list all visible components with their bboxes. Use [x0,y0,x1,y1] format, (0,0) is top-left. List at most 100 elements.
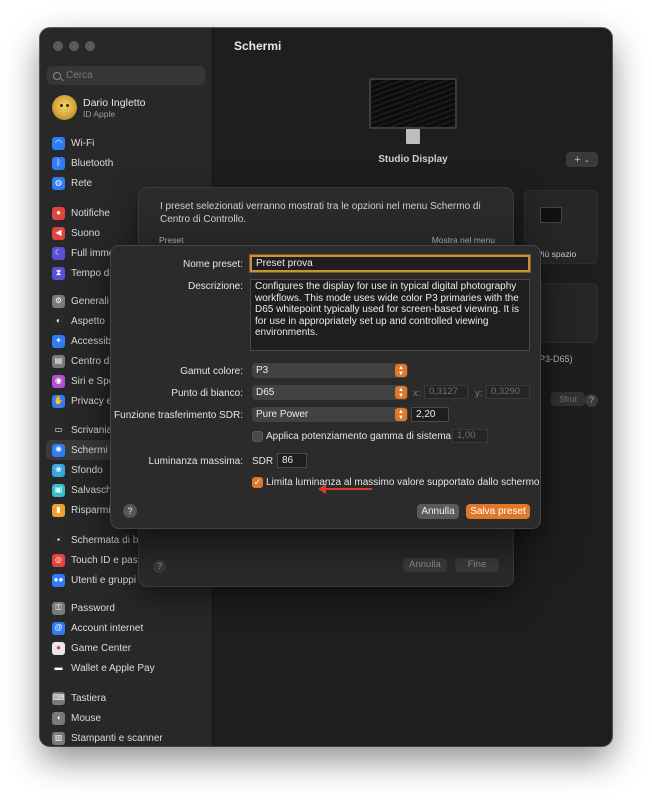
sidebar-item-label: Aspetto [71,315,105,327]
control-center-icon: ▤ [52,354,65,368]
x-coordinate-field[interactable]: 0,3127 [424,385,468,399]
presets-cancel-button[interactable]: Annulla [403,558,447,572]
page-title: Schermi [234,39,282,53]
presets-table-header: Preset Mostra nel menu [153,232,501,246]
white-point-value: D65 [256,387,275,398]
preset-name-label: Nome preset: [182,259,243,270]
description-textarea[interactable]: Configures the display for use in typica… [250,279,530,351]
sidebar-item-stampanti-e-scanner[interactable]: ▥ Stampanti e scanner [40,728,213,746]
column-show-in-menu[interactable]: Mostra nel menu [432,235,495,245]
chevron-down-icon: ⌄ [583,156,590,164]
sidebar-item-label: Stampanti e scanner [71,732,163,744]
speaker-icon: ◀ [52,226,65,240]
moon-icon: ☾ [52,246,65,260]
updown-chevron-icon: ▲ ▼ [395,386,407,399]
resolution-thumbnail [540,207,562,223]
sidebar-item-label: Sfondo [71,464,103,476]
sidebar-item-account-internet[interactable]: @ Account internet [40,618,213,638]
mouse-icon: ◖ [52,711,65,725]
editor-help-button[interactable]: ? [123,504,137,518]
close-window-button[interactable] [53,41,63,51]
apple-id-account[interactable]: Dario Ingletto ID Apple [52,95,145,120]
sidebar-item-bluetooth[interactable]: ᛒ Bluetooth [40,153,213,173]
updown-chevron-icon: ▲ ▼ [395,408,407,421]
preset-popup-partial[interactable]: P3-D65) [539,354,573,364]
fingerprint-icon: ◎ [52,553,65,567]
add-display-button[interactable]: + ⌄ [566,152,598,167]
max-luminance-input[interactable] [277,453,307,468]
user-subtitle: ID Apple [83,108,116,119]
white-point-popup[interactable]: D65 ▲ ▼ [252,385,408,400]
wallpaper-icon: ❀ [52,463,65,477]
lock-icon: ▪ [52,533,65,547]
presets-help-button[interactable]: ? [153,560,166,573]
sdr-transfer-popup[interactable]: Pure Power ▲ ▼ [252,407,408,422]
sidebar-item-label: Mouse [71,712,102,724]
sidebar-item-label: Suono [71,227,100,239]
y-coordinate-field[interactable]: 0,3290 [486,385,530,399]
bg-secondary-button[interactable]: Sfrut [551,392,585,406]
keyboard-icon: ⌨ [52,691,65,705]
sidebar-group: ⌨ Tastiera ◖ Mouse ▥ Stampanti e scanner [40,688,213,746]
search-field[interactable] [47,66,205,85]
sidebar-item-label: Schermata di blo [71,534,147,546]
column-preset[interactable]: Preset [159,235,184,245]
limit-luminance-label: Limita luminanza al massimo valore suppo… [266,477,540,488]
boost-gamma-checkbox[interactable] [252,431,263,442]
sidebar-item-label: Scrivania [71,424,113,436]
description-label: Descrizione: [187,281,243,292]
resolution-option-label: Più spazio [537,249,577,259]
window-controls [53,41,95,51]
at-icon: @ [52,621,65,635]
sidebar-item-password[interactable]: ⚿ Password [40,598,213,618]
save-preset-button[interactable]: Salva preset [466,504,530,519]
globe-icon: ◍ [52,176,65,190]
sidebar-item-label: Generali [71,295,109,307]
sidebar-item-wallet-e-apple-pay[interactable]: ▬ Wallet e Apple Pay [40,658,213,678]
sidebar-item-wi-fi[interactable]: ◠ Wi-Fi [40,133,213,153]
preset-name-input[interactable] [250,255,530,272]
boost-gamma-label: Applica potenziamento gamma di sistema [266,431,452,442]
monitor-preview [369,78,457,129]
boost-gamma-field[interactable]: 1,00 [452,429,488,443]
appearance-icon: ◐ [52,314,65,328]
sidebar-item-label: Privacy e [71,395,113,407]
sidebar-item-game-center[interactable]: ● Game Center [40,638,213,658]
minimize-window-button[interactable] [69,41,79,51]
accessibility-icon: ✦ [52,334,65,348]
zoom-window-button[interactable] [85,41,95,51]
x-label: x: [413,388,421,399]
user-name: Dario Ingletto [83,96,146,109]
bg-help-button[interactable]: ? [585,394,598,407]
sdr-transfer-value: Pure Power [256,409,309,420]
sidebar-item-label: Centro di [71,355,112,367]
bell-icon: ● [52,206,65,220]
sidebar-item-label: Accessibi [71,335,114,347]
sidebar-item-mouse[interactable]: ◖ Mouse [40,708,213,728]
gamma-input[interactable] [411,407,449,422]
hand-icon: ✋ [52,394,65,408]
search-input[interactable] [66,70,186,81]
users-icon: ●● [52,573,65,587]
add-button-label: + [574,153,581,166]
presets-done-button[interactable]: Fine [455,558,499,572]
sidebar-group: ⚿ Password @ Account internet ● Game Center ▬ W… [40,598,213,678]
presets-description: I preset selezionati verranno mostrati t… [160,201,481,225]
sidebar-item-label: Tempo di [71,267,112,279]
preset-editor-sheet: Nome preset: Descrizione: Configures the… [110,245,541,529]
sdr-prefix: SDR [252,456,274,467]
sidebar-item-tastiera[interactable]: ⌨ Tastiera [40,688,213,708]
editor-cancel-button[interactable]: Annulla [417,504,459,519]
sidebar-group: ◠ Wi-Fi ᛒ Bluetooth ◍ Rete [40,133,213,193]
system-settings-window: Dario Ingletto ID Apple ◠ Wi-Fi ᛒ Bluetooth… [40,28,612,746]
sidebar-item-label: Tastiera [71,692,107,704]
sidebar-item-label: Bluetooth [71,157,114,169]
gamut-value: P3 [256,365,269,376]
sidebar-item-label: Wi-Fi [71,137,95,149]
sidebar-item-label: Password [71,602,115,614]
gamut-popup[interactable]: P3 ▲ ▼ [252,363,408,378]
monitor-stand [406,129,420,144]
wallet-icon: ▬ [52,661,65,675]
limit-luminance-checkbox[interactable]: ✓ [252,477,263,488]
max-luminance-label: Luminanza massima: [148,456,243,467]
